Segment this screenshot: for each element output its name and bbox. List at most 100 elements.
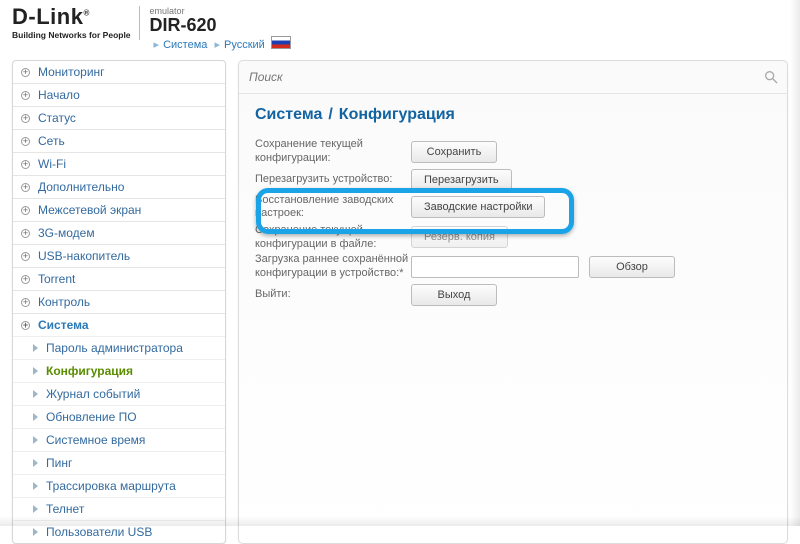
save-label: Сохранение текущей конфигурации:	[255, 138, 411, 166]
caret-right-icon	[33, 413, 38, 421]
sidebar-subitem[interactable]: Пинг	[13, 452, 225, 474]
exit-label: Выйти:	[255, 288, 411, 302]
expand-icon	[21, 206, 30, 215]
sidebar-item[interactable]: Контроль	[13, 291, 225, 313]
sidebar-subitem[interactable]: Конфигурация	[13, 360, 225, 382]
sidebar-subitem[interactable]: Обновление ПО	[13, 406, 225, 428]
caret-right-icon	[33, 344, 38, 352]
reboot-label: Перезагрузить устройство:	[255, 173, 411, 187]
page-shadow-bottom	[0, 516, 800, 526]
sidebar-item[interactable]: Дополнительно	[13, 176, 225, 198]
page-shadow-right	[790, 0, 800, 526]
flag-ru-icon	[271, 36, 291, 49]
backup-label: Сохранение текущей конфигурации в файле:	[255, 224, 411, 250]
caret-right-icon	[33, 505, 38, 513]
sidebar-item[interactable]: Межсетевой экран	[13, 199, 225, 221]
sidebar-item[interactable]: Мониторинг	[13, 61, 225, 83]
expand-icon	[21, 252, 30, 261]
breadcrumb: ▸Система ▸Русский	[150, 36, 291, 51]
expand-icon	[21, 160, 30, 169]
sidebar-subitem[interactable]: Пароль администратора	[13, 337, 225, 359]
caret-right-icon	[33, 390, 38, 398]
sidebar-item[interactable]: Начало	[13, 84, 225, 106]
caret-right-icon	[33, 528, 38, 536]
search-bar	[239, 61, 787, 94]
save-button[interactable]: Сохранить	[411, 141, 497, 163]
search-input[interactable]	[247, 69, 763, 85]
backup-button[interactable]: Резерв. копия	[411, 226, 508, 248]
title-separator: /	[328, 106, 332, 123]
row-backup: Сохранение текущей конфигурации в файле:…	[255, 224, 771, 250]
sidebar-subitem-label: Пароль администратора	[46, 341, 183, 355]
logo-box: D-Link® Building Networks for People	[12, 6, 140, 40]
sidebar-item[interactable]: Сеть	[13, 130, 225, 152]
row-factory: Восстановление заводских настроек: Завод…	[255, 194, 771, 222]
sidebar-item-label: Начало	[38, 88, 80, 102]
sidebar-subitem[interactable]: Системное время	[13, 429, 225, 451]
model-box: emulator DIR-620 ▸Система ▸Русский	[150, 6, 291, 51]
sidebar-item[interactable]: Статус	[13, 107, 225, 129]
expand-icon	[21, 183, 30, 192]
sidebar-subitem-label: Журнал событий	[46, 387, 140, 401]
breadcrumb-lang[interactable]: Русский	[224, 39, 265, 51]
sidebar-subitem-label: Пинг	[46, 456, 72, 470]
sidebar-item[interactable]: Wi-Fi	[13, 153, 225, 175]
brand-logo-sup: ®	[83, 9, 89, 18]
caret-right-icon	[33, 459, 38, 467]
sidebar-item-label: USB-накопитель	[38, 249, 130, 263]
expand-icon	[21, 321, 30, 330]
expand-icon	[21, 114, 30, 123]
sidebar-item[interactable]: USB-накопитель	[13, 245, 225, 267]
expand-icon	[21, 229, 30, 238]
caret-right-icon	[33, 367, 38, 375]
row-reboot: Перезагрузить устройство: Перезагрузить	[255, 169, 771, 191]
brand-logo-text: D-Link	[12, 4, 83, 29]
sidebar-subitem-label: Телнет	[46, 502, 84, 516]
title-section: Система	[255, 106, 322, 123]
restore-label: Загрузка раннее сохранённой конфигурации…	[255, 253, 411, 281]
search-icon[interactable]	[763, 69, 779, 85]
exit-button[interactable]: Выход	[411, 284, 497, 306]
sidebar-subitem[interactable]: Трассировка маршрута	[13, 475, 225, 497]
caret-right-icon	[33, 436, 38, 444]
sidebar-item[interactable]: 3G-модем	[13, 222, 225, 244]
restore-file-input[interactable]	[411, 256, 579, 278]
sidebar-item-label: Дополнительно	[38, 180, 124, 194]
sidebar-item-label: Система	[38, 318, 89, 332]
sidebar-item-label: Wi-Fi	[38, 157, 66, 171]
page-title: Система / Конфигурация	[255, 106, 771, 124]
main-panel: Система / Конфигурация Сохранение текущей …	[238, 60, 788, 544]
content: Система / Конфигурация Сохранение текущей …	[239, 94, 787, 319]
chevron-right-icon: ▸	[154, 39, 160, 51]
sidebar-subitem-label: Конфигурация	[46, 364, 133, 378]
reboot-button[interactable]: Перезагрузить	[411, 169, 512, 191]
brand-logo: D-Link®	[12, 6, 131, 28]
expand-icon	[21, 68, 30, 77]
title-page: Конфигурация	[339, 106, 455, 123]
sidebar-item-label: Межсетевой экран	[38, 203, 141, 217]
sidebar-subitem-label: Пользователи USB	[46, 525, 152, 539]
browse-button[interactable]: Обзор	[589, 256, 675, 278]
chevron-right-icon: ▸	[214, 39, 220, 51]
header: D-Link® Building Networks for People emu…	[12, 6, 788, 54]
sidebar-item-label: 3G-модем	[38, 226, 95, 240]
sidebar-subitem[interactable]: Журнал событий	[13, 383, 225, 405]
expand-icon	[21, 275, 30, 284]
row-restore: Загрузка раннее сохранённой конфигурации…	[255, 253, 771, 281]
sidebar-item[interactable]: Система	[13, 314, 225, 336]
factory-button[interactable]: Заводские настройки	[411, 196, 545, 218]
sidebar-subitem-label: Трассировка маршрута	[46, 479, 176, 493]
breadcrumb-system[interactable]: Система	[163, 39, 207, 51]
brand-tagline: Building Networks for People	[12, 30, 131, 40]
expand-icon	[21, 298, 30, 307]
model-name: DIR-620	[150, 16, 291, 34]
sidebar-item-label: Мониторинг	[38, 65, 105, 79]
caret-right-icon	[33, 482, 38, 490]
factory-label: Восстановление заводских настроек:	[255, 194, 411, 222]
sidebar-subitem-label: Обновление ПО	[46, 410, 137, 424]
expand-icon	[21, 137, 30, 146]
sidebar-item[interactable]: Torrent	[13, 268, 225, 290]
expand-icon	[21, 91, 30, 100]
row-exit: Выйти: Выход	[255, 284, 771, 306]
row-save: Сохранение текущей конфигурации: Сохрани…	[255, 138, 771, 166]
